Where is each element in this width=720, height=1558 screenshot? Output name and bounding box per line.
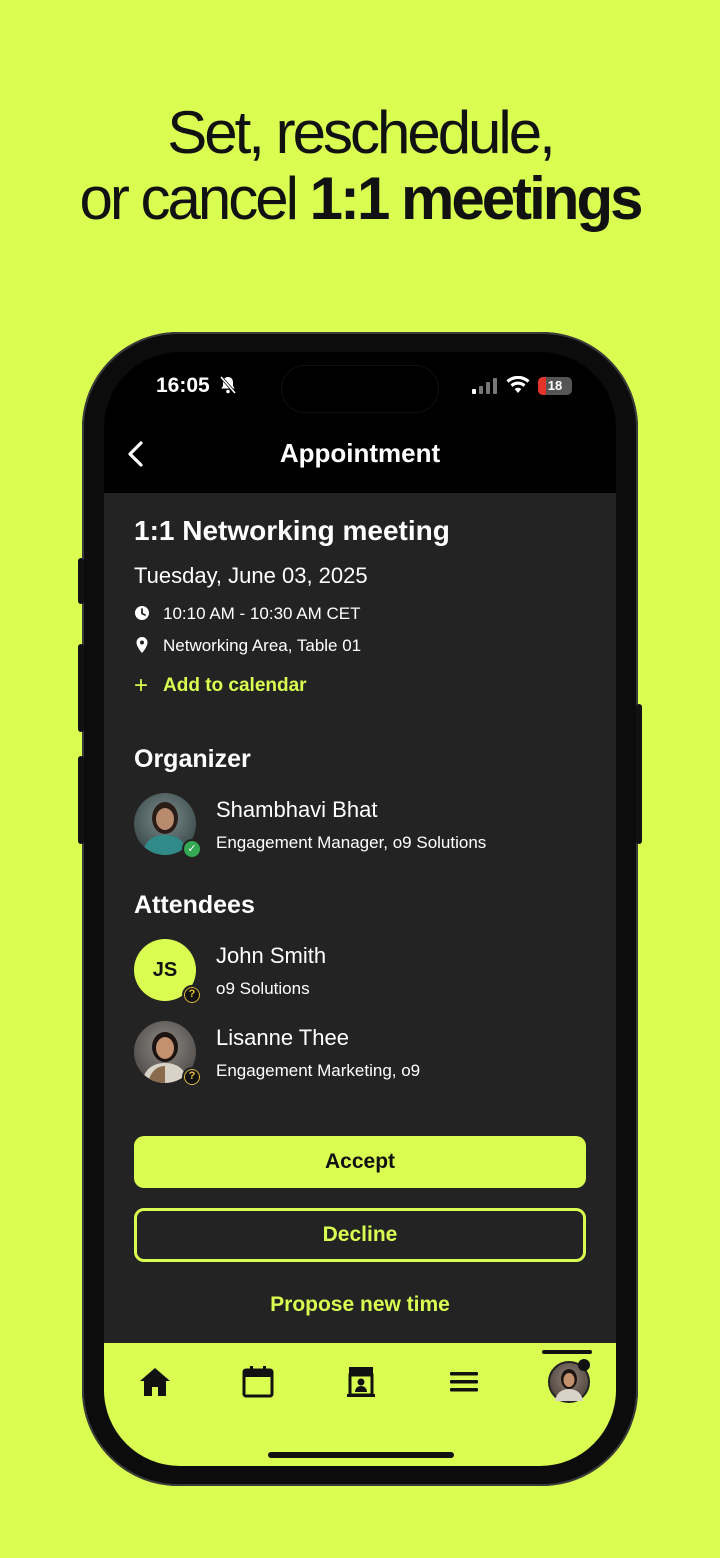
organizer-name: Shambhavi Bhat (216, 797, 378, 822)
booth-icon (347, 1367, 375, 1397)
nav-bar: Appointment (104, 428, 616, 492)
phone-volume-up-button (78, 644, 84, 732)
attendee-item[interactable]: JS ? John Smith o9 Solutions (134, 939, 594, 1005)
add-to-calendar-label: Add to calendar (163, 675, 307, 696)
wifi-icon (506, 376, 530, 393)
tab-exhibitors[interactable] (340, 1361, 380, 1401)
organizer-heading: Organizer (134, 745, 251, 773)
propose-new-time-button[interactable]: Propose new time (104, 1293, 616, 1317)
menu-icon (450, 1372, 478, 1392)
tab-calendar[interactable] (237, 1361, 277, 1401)
phone-screen: 16:05 18 Appointment 1:1 Networking meet… (104, 352, 616, 1466)
organizer-description: Engagement Manager, o9 Solutions (216, 833, 487, 852)
attendee-description: o9 Solutions (216, 979, 310, 998)
clock-icon (135, 606, 149, 620)
home-icon (140, 1368, 170, 1396)
tab-home[interactable] (134, 1361, 174, 1401)
accepted-check-icon: ✓ (182, 839, 202, 859)
appointment-details: 1:1 Networking meeting Tuesday, June 03,… (104, 493, 616, 1343)
battery-icon: 18 (538, 377, 572, 395)
meeting-title: 1:1 Networking meeting (134, 515, 450, 546)
attendees-heading: Attendees (134, 891, 255, 919)
page-title: Appointment (279, 438, 441, 468)
decline-button[interactable]: Decline (134, 1208, 586, 1262)
phone-action-button (78, 558, 84, 604)
bell-slash-icon (219, 376, 237, 394)
active-tab-indicator (542, 1350, 592, 1354)
headline: Set, reschedule, or cancel 1:1 meetings (0, 100, 720, 232)
meeting-location: Networking Area, Table 01 (163, 636, 362, 655)
headline-line-2-bold: 1:1 meetings (309, 165, 644, 232)
accept-button[interactable]: Accept (134, 1136, 586, 1188)
headline-line-1: Set, reschedule, (167, 99, 556, 166)
attendee-name: Lisanne Thee (216, 1025, 349, 1050)
signal-icon (472, 378, 497, 394)
calendar-icon (242, 1366, 274, 1398)
meeting-date: Tuesday, June 03, 2025 (134, 563, 368, 588)
tab-bar (104, 1343, 616, 1466)
organizer-item[interactable]: ✓ Shambhavi Bhat Engagement Manager, o9 … (134, 793, 594, 859)
location-pin-icon (136, 637, 148, 653)
pending-question-icon: ? (182, 985, 202, 1005)
phone-volume-down-button (78, 756, 84, 844)
attendee-name: John Smith (216, 943, 327, 968)
plus-icon: + (134, 672, 149, 699)
attendee-item[interactable]: ? Lisanne Thee Engagement Marketing, o9 (134, 1021, 594, 1087)
phone-power-button (636, 704, 642, 844)
meeting-time: 10:10 AM - 10:30 AM CET (163, 604, 361, 623)
notification-dot (578, 1359, 590, 1371)
headline-line-2-light: or cancel (79, 165, 310, 232)
home-indicator[interactable] (268, 1452, 454, 1458)
status-time: 16:05 (156, 374, 210, 397)
pending-question-icon: ? (182, 1067, 202, 1087)
attendee-description: Engagement Marketing, o9 (216, 1061, 421, 1080)
headline-line-2: or cancel 1:1 meetings (0, 166, 720, 232)
battery-percentage: 18 (547, 378, 563, 393)
status-bar: 16:05 18 (104, 372, 616, 402)
tab-menu[interactable] (443, 1361, 483, 1401)
